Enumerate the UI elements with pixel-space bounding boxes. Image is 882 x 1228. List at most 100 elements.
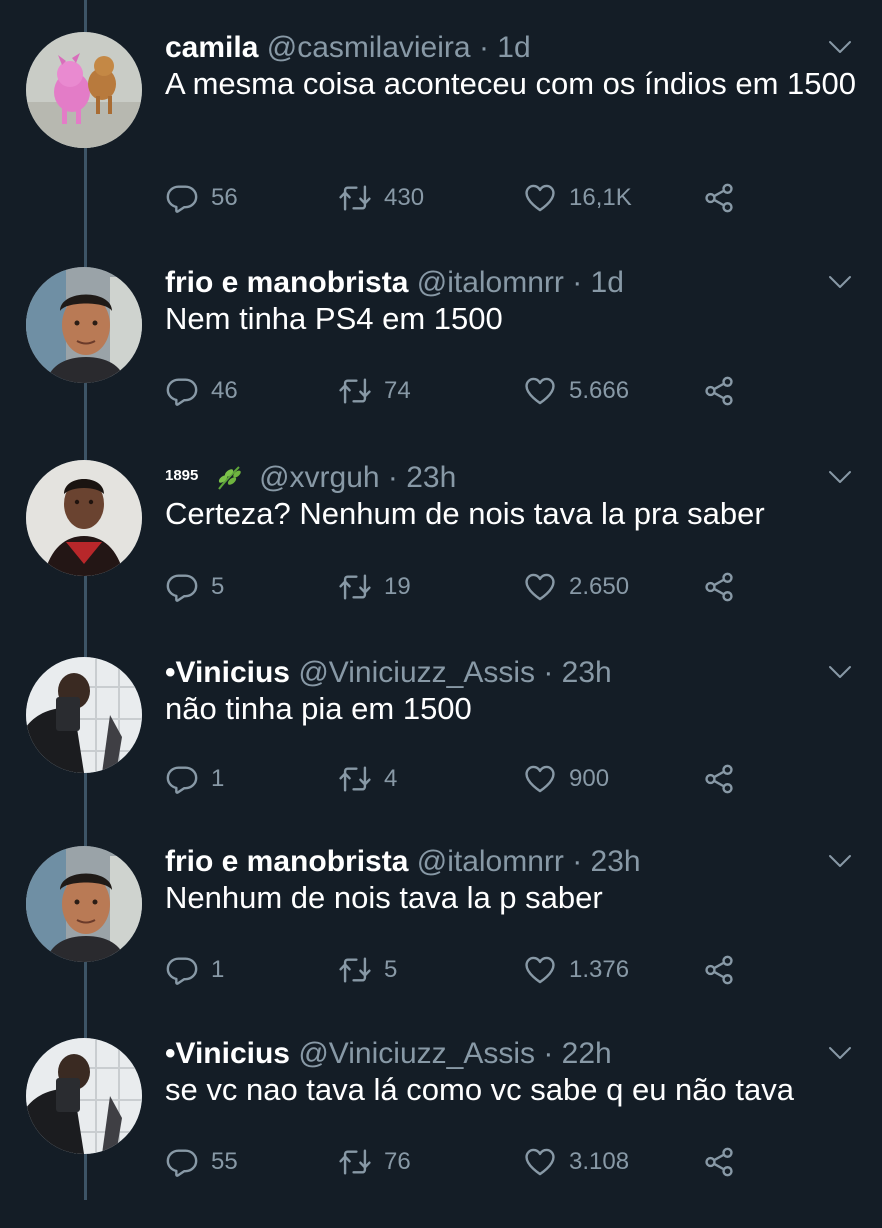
share-icon — [702, 762, 736, 796]
mirror-selfie-avatar[interactable] — [26, 1038, 142, 1154]
display-name[interactable]: 1895 — [165, 467, 198, 484]
chevron-down-icon[interactable] — [828, 275, 852, 289]
like-count: 5.666 — [569, 377, 630, 404]
retweet-count: 19 — [384, 573, 411, 600]
retweet-button[interactable]: 4 — [338, 761, 397, 797]
retweet-button[interactable]: 5 — [338, 952, 397, 988]
tweet[interactable]: •Vinicius @Viniciuzz_Assis · 23h não tin… — [0, 653, 882, 847]
tweet-actions: 1 4 900 — [165, 761, 865, 797]
reply-icon — [165, 1145, 199, 1179]
man-selfie-avatar[interactable] — [26, 267, 142, 383]
tweet-text: A mesma coisa aconteceu com os índios em… — [165, 66, 856, 101]
share-button[interactable] — [702, 952, 736, 988]
like-button[interactable]: 2.650 — [523, 569, 629, 605]
heart-icon — [523, 762, 557, 796]
display-name[interactable]: •Vinicius — [165, 1037, 290, 1070]
tweet-actions: 56 430 16,1K — [165, 180, 865, 216]
retweet-icon — [338, 1145, 372, 1179]
like-count: 900 — [569, 765, 610, 792]
chevron-down-icon[interactable] — [828, 470, 852, 484]
timestamp[interactable]: · 23h — [572, 845, 640, 878]
chevron-down-icon[interactable] — [828, 854, 852, 868]
display-name[interactable]: •Vinicius — [165, 656, 290, 689]
timestamp[interactable]: · 22h — [543, 1037, 611, 1070]
chevron-down-icon[interactable] — [828, 40, 852, 54]
share-button[interactable] — [702, 761, 736, 797]
tweet-text: se vc nao tava lá como vc sabe q eu não … — [165, 1072, 794, 1107]
reply-button[interactable]: 1 — [165, 952, 224, 988]
tweet-actions: 55 76 3.108 — [165, 1144, 865, 1180]
tweet-text: Nenhum de nois tava la p saber — [165, 880, 603, 915]
reply-button[interactable]: 55 — [165, 1144, 238, 1180]
retweet-button[interactable]: 74 — [338, 373, 411, 409]
share-button[interactable] — [702, 1144, 736, 1180]
tweet[interactable]: frio e manobrista @italomnrr · 1d Nem ti… — [0, 263, 882, 457]
reply-count: 55 — [211, 1148, 238, 1175]
heart-icon — [523, 953, 557, 987]
user-handle[interactable]: @xvrguh — [259, 461, 380, 494]
timestamp[interactable]: · 23h — [543, 656, 611, 689]
retweet-button[interactable]: 430 — [338, 180, 424, 216]
share-button[interactable] — [702, 569, 736, 605]
retweet-button[interactable]: 19 — [338, 569, 411, 605]
like-button[interactable]: 3.108 — [523, 1144, 629, 1180]
like-button[interactable]: 1.376 — [523, 952, 629, 988]
like-count: 16,1K — [569, 184, 632, 211]
reply-icon — [165, 374, 199, 408]
share-button[interactable] — [702, 373, 736, 409]
reply-count: 46 — [211, 377, 238, 404]
user-handle[interactable]: @casmilavieira — [267, 31, 471, 64]
share-icon — [702, 570, 736, 604]
timestamp[interactable]: · 1d — [572, 266, 624, 299]
retweet-button[interactable]: 76 — [338, 1144, 411, 1180]
tweet[interactable]: camila @casmilavieira · 1d A mesma coisa… — [0, 28, 882, 222]
display-name[interactable]: frio e manobrista — [165, 266, 408, 299]
user-handle[interactable]: @Viniciuzz_Assis — [298, 1037, 535, 1070]
tweet-text: Certeza? Nenhum de nois tava la pra sabe… — [165, 496, 765, 531]
chevron-down-icon[interactable] — [828, 1046, 852, 1060]
man-selfie-avatar[interactable] — [26, 846, 142, 962]
reply-button[interactable]: 1 — [165, 761, 224, 797]
display-name[interactable]: camila — [165, 31, 258, 64]
tweet[interactable]: 1895 @xvrguh · 23h Certeza? Nenhum de no… — [0, 458, 882, 652]
share-icon — [702, 181, 736, 215]
reply-icon — [165, 953, 199, 987]
share-icon — [702, 1145, 736, 1179]
chevron-down-icon[interactable] — [828, 665, 852, 679]
user-handle[interactable]: @italomnrr — [417, 266, 564, 299]
timestamp[interactable]: · 1d — [479, 31, 531, 64]
retweet-count: 76 — [384, 1148, 411, 1175]
heart-icon — [523, 1145, 557, 1179]
user-handle[interactable]: @Viniciuzz_Assis — [298, 656, 535, 689]
reply-button[interactable]: 56 — [165, 180, 238, 216]
tweet-text: não tinha pia em 1500 — [165, 691, 472, 726]
reply-count: 56 — [211, 184, 238, 211]
tweet[interactable]: frio e manobrista @italomnrr · 23h Nenhu… — [0, 842, 882, 1036]
share-button[interactable] — [702, 180, 736, 216]
retweet-icon — [338, 570, 372, 604]
share-icon — [702, 953, 736, 987]
like-button[interactable]: 900 — [523, 761, 609, 797]
user-handle[interactable]: @italomnrr — [417, 845, 564, 878]
retweet-count: 5 — [384, 956, 398, 983]
tweet[interactable]: •Vinicius @Viniciuzz_Assis · 22h se vc n… — [0, 1034, 882, 1228]
pink-dog-avatar[interactable] — [26, 32, 142, 148]
like-button[interactable]: 16,1K — [523, 180, 632, 216]
reply-button[interactable]: 5 — [165, 569, 224, 605]
display-name[interactable]: frio e manobrista — [165, 845, 408, 878]
man-avatar[interactable] — [26, 460, 142, 576]
like-count: 1.376 — [569, 956, 630, 983]
retweet-count: 430 — [384, 184, 425, 211]
retweet-icon — [338, 374, 372, 408]
tweet-text: Nem tinha PS4 em 1500 — [165, 301, 503, 336]
heart-icon — [523, 570, 557, 604]
timestamp[interactable]: · 23h — [388, 461, 456, 494]
retweet-count: 74 — [384, 377, 411, 404]
like-button[interactable]: 5.666 — [523, 373, 629, 409]
mirror-selfie-avatar[interactable] — [26, 657, 142, 773]
reply-button[interactable]: 46 — [165, 373, 238, 409]
reply-count: 5 — [211, 573, 225, 600]
tweet-actions: 5 19 2.650 — [165, 569, 865, 605]
tweet-actions: 1 5 1.376 — [165, 952, 865, 988]
share-icon — [702, 374, 736, 408]
